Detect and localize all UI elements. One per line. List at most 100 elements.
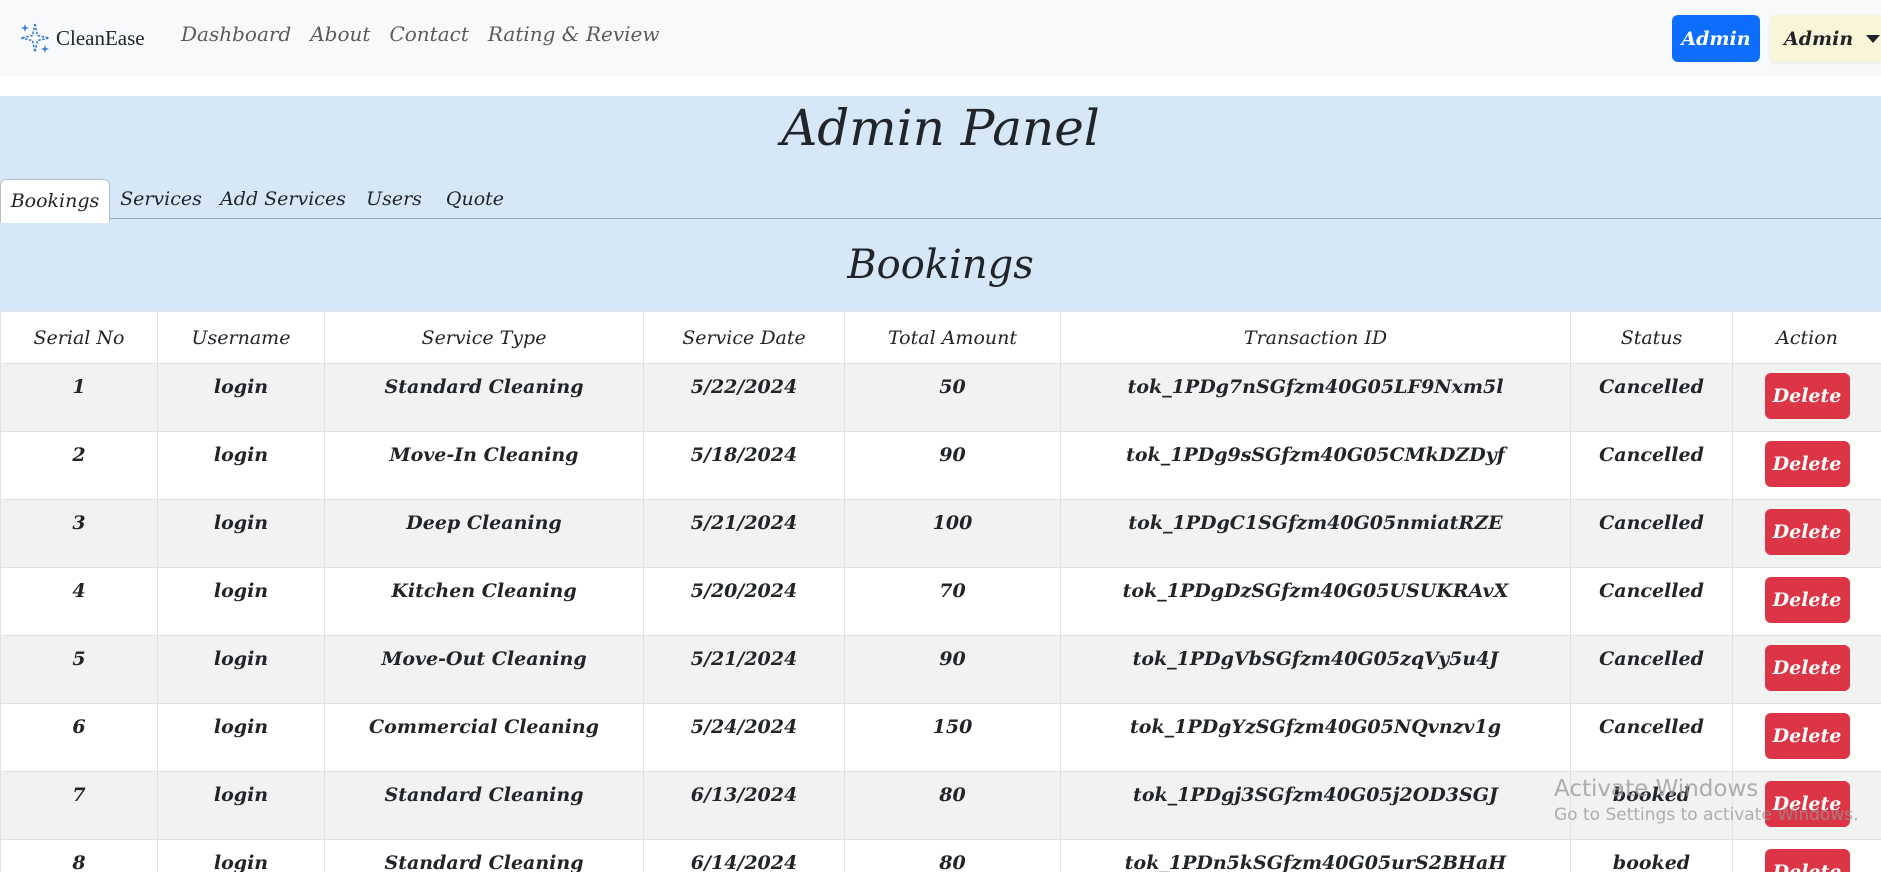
tab-users[interactable]: Users: [360, 179, 428, 219]
cell-serial: 3: [0, 499, 158, 568]
header-action: Action: [1732, 311, 1881, 364]
brand-name: CleanEase: [56, 25, 145, 50]
cell-service-type: Standard Cleaning: [324, 839, 644, 872]
cell-status: Cancelled: [1570, 703, 1733, 772]
tab-bar: Bookings Services Add Services Users Quo…: [0, 179, 1881, 223]
cell-status: Cancelled: [1570, 363, 1733, 432]
cell-transaction-id: tok_1PDgDzSGfzm40G05USUKRAvX: [1060, 567, 1571, 636]
sparkles-icon: [20, 23, 50, 53]
cell-status: booked: [1570, 771, 1733, 840]
cell-username: login: [157, 771, 325, 840]
cell-total-amount: 150: [844, 703, 1061, 772]
delete-button[interactable]: Delete: [1764, 849, 1850, 872]
cell-status: Cancelled: [1570, 499, 1733, 568]
cell-transaction-id: tok_1PDg9sSGfzm40G05CMkDZDyf: [1060, 431, 1571, 500]
delete-button[interactable]: Delete: [1764, 645, 1850, 691]
header-username: Username: [157, 311, 325, 364]
cell-service-type: Kitchen Cleaning: [324, 567, 644, 636]
cell-action: Delete: [1732, 771, 1881, 840]
brand[interactable]: CleanEase: [18, 22, 145, 54]
cell-service-date: 5/20/2024: [643, 567, 845, 636]
cell-service-date: 5/18/2024: [643, 431, 845, 500]
cell-total-amount: 100: [844, 499, 1061, 568]
cell-serial: 8: [0, 839, 158, 872]
table-row: 4 login Kitchen Cleaning 5/20/2024 70 to…: [0, 567, 1881, 636]
cell-service-date: 6/14/2024: [643, 839, 845, 872]
cell-service-date: 5/21/2024: [643, 499, 845, 568]
cell-action: Delete: [1732, 431, 1881, 500]
cell-service-type: Move-In Cleaning: [324, 431, 644, 500]
nav-link-rating-review[interactable]: Rating & Review: [488, 22, 660, 46]
cell-service-type: Deep Cleaning: [324, 499, 644, 568]
cell-serial: 2: [0, 431, 158, 500]
cell-transaction-id: tok_1PDgYzSGfzm40G05NQvnzv1g: [1060, 703, 1571, 772]
admin-dropdown[interactable]: Admin: [1770, 15, 1881, 62]
cell-transaction-id: tok_1PDgVbSGfzm40G05zqVy5u4J: [1060, 635, 1571, 704]
cell-username: login: [157, 635, 325, 704]
bookings-table: Serial No Username Service Type Service …: [0, 311, 1881, 872]
cell-action: Delete: [1732, 703, 1881, 772]
cell-serial: 7: [0, 771, 158, 840]
nav-link-dashboard[interactable]: Dashboard: [181, 22, 291, 46]
delete-button[interactable]: Delete: [1764, 577, 1850, 623]
cell-action: Delete: [1732, 567, 1881, 636]
delete-button[interactable]: Delete: [1764, 781, 1850, 827]
bookings-table-wrapper: Serial No Username Service Type Service …: [0, 311, 1881, 872]
cell-total-amount: 90: [844, 431, 1061, 500]
table-row: 1 login Standard Cleaning 5/22/2024 50 t…: [0, 363, 1881, 432]
cell-serial: 4: [0, 567, 158, 636]
nav-link-contact[interactable]: Contact: [389, 22, 468, 46]
cell-status: booked: [1570, 839, 1733, 872]
cell-service-date: 5/21/2024: [643, 635, 845, 704]
cell-status: Cancelled: [1570, 431, 1733, 500]
cell-username: login: [157, 363, 325, 432]
tab-bookings[interactable]: Bookings: [0, 179, 110, 223]
tab-quote[interactable]: Quote: [440, 179, 510, 219]
cell-status: Cancelled: [1570, 567, 1733, 636]
cell-service-date: 5/22/2024: [643, 363, 845, 432]
nav-link-about[interactable]: About: [310, 22, 370, 46]
cell-service-date: 5/24/2024: [643, 703, 845, 772]
cell-serial: 1: [0, 363, 158, 432]
header-service-date: Service Date: [643, 311, 845, 364]
cell-username: login: [157, 839, 325, 872]
cell-serial: 5: [0, 635, 158, 704]
cell-status: Cancelled: [1570, 635, 1733, 704]
cell-action: Delete: [1732, 363, 1881, 432]
table-row: 2 login Move-In Cleaning 5/18/2024 90 to…: [0, 431, 1881, 500]
cell-total-amount: 80: [844, 839, 1061, 872]
cell-transaction-id: tok_1PDgj3SGfzm40G05j2OD3SGJ: [1060, 771, 1571, 840]
cell-total-amount: 80: [844, 771, 1061, 840]
admin-dropdown-label: Admin: [1784, 27, 1854, 50]
cell-transaction-id: tok_1PDgC1SGfzm40G05nmiatRZE: [1060, 499, 1571, 568]
caret-down-icon: [1866, 34, 1881, 43]
header-serial-no: Serial No: [0, 311, 158, 364]
cell-total-amount: 90: [844, 635, 1061, 704]
delete-button[interactable]: Delete: [1764, 713, 1850, 759]
admin-button[interactable]: Admin: [1672, 15, 1760, 62]
header-status: Status: [1570, 311, 1733, 364]
cell-action: Delete: [1732, 635, 1881, 704]
nav-links: Dashboard About Contact Rating & Review: [181, 22, 679, 46]
delete-button[interactable]: Delete: [1764, 373, 1850, 419]
cell-username: login: [157, 499, 325, 568]
cell-service-date: 6/13/2024: [643, 771, 845, 840]
cell-service-type: Standard Cleaning: [324, 771, 644, 840]
delete-button[interactable]: Delete: [1764, 441, 1850, 487]
tab-add-services[interactable]: Add Services: [218, 179, 348, 219]
table-row: 7 login Standard Cleaning 6/13/2024 80 t…: [0, 771, 1881, 840]
tab-services[interactable]: Services: [116, 179, 206, 219]
navbar: CleanEase Dashboard About Contact Rating…: [0, 0, 1881, 76]
delete-button[interactable]: Delete: [1764, 509, 1850, 555]
cell-total-amount: 70: [844, 567, 1061, 636]
table-row: 8 login Standard Cleaning 6/14/2024 80 t…: [0, 839, 1881, 872]
cell-serial: 6: [0, 703, 158, 772]
cell-service-type: Commercial Cleaning: [324, 703, 644, 772]
header-transaction-id: Transaction ID: [1060, 311, 1571, 364]
table-header-row: Serial No Username Service Type Service …: [0, 311, 1881, 364]
cell-transaction-id: tok_1PDg7nSGfzm40G05LF9Nxm5l: [1060, 363, 1571, 432]
header-service-type: Service Type: [324, 311, 644, 364]
cell-username: login: [157, 431, 325, 500]
header-total-amount: Total Amount: [844, 311, 1061, 364]
cell-service-type: Move-Out Cleaning: [324, 635, 644, 704]
